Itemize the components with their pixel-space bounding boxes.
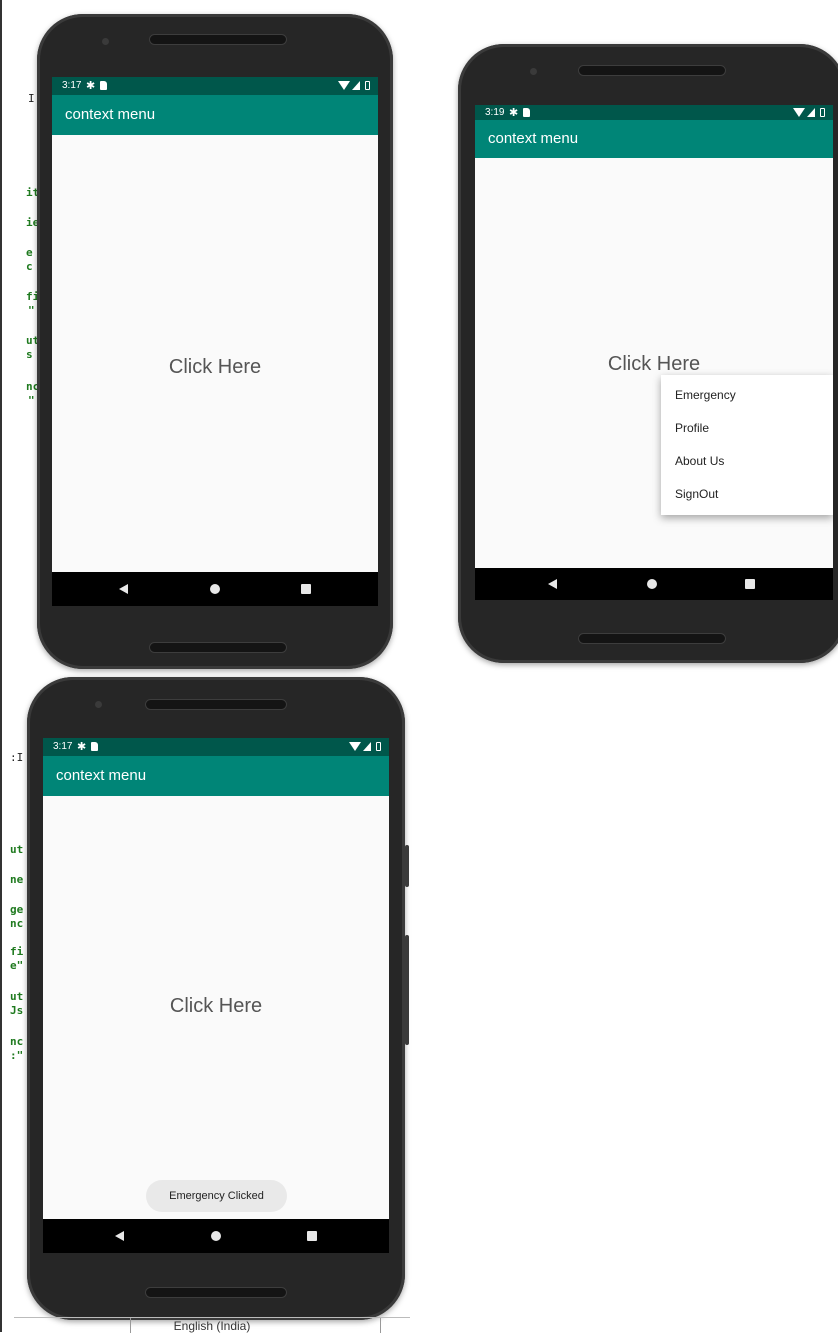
front-camera — [95, 701, 102, 708]
code-fragment: e" — [10, 959, 24, 972]
bottom-speaker — [149, 642, 287, 653]
code-fragment: s — [26, 348, 33, 361]
status-time: 3:17 — [62, 80, 82, 91]
code-fragment: ut — [10, 843, 24, 856]
toast-message: Emergency Clicked — [146, 1180, 287, 1212]
status-time: 3:17 — [53, 741, 73, 752]
code-fragment: :I — [10, 751, 24, 764]
code-fragment: " — [28, 394, 35, 407]
code-fragment: fi — [10, 945, 24, 958]
signal-icon — [363, 742, 371, 751]
code-fragment: nc — [10, 1035, 24, 1048]
phone-2: 3:19 ✱ context menu Click Here Emergency… — [458, 44, 838, 663]
sd-card-icon — [91, 742, 98, 751]
app-title: context menu — [56, 767, 147, 784]
phone-1-screen: 3:17 ✱ context menu Click Here — [52, 77, 378, 606]
nav-bar — [43, 1219, 389, 1253]
menu-item-profile[interactable]: Profile — [661, 412, 833, 445]
volume-button — [405, 935, 409, 1045]
code-fragment: ut — [10, 990, 24, 1003]
code-fragment: ge — [10, 903, 24, 916]
context-menu: Emergency Profile About Us SignOut — [661, 375, 833, 515]
battery-icon — [376, 742, 381, 751]
sd-card-icon — [523, 108, 530, 117]
top-speaker — [149, 34, 287, 45]
window-left-border — [0, 0, 2, 1332]
app-bar: context menu — [43, 756, 389, 796]
code-fragment: Js — [10, 1004, 24, 1017]
nav-bar — [52, 572, 378, 606]
home-icon[interactable] — [211, 1231, 221, 1241]
signal-icon — [807, 108, 815, 117]
recents-icon[interactable] — [745, 579, 755, 589]
nav-bar — [475, 568, 833, 600]
app-bar: context menu — [52, 95, 378, 135]
back-icon[interactable] — [119, 584, 128, 594]
menu-item-about-us[interactable]: About Us — [661, 445, 833, 478]
battery-icon — [820, 108, 825, 117]
phone-1: 3:17 ✱ context menu Click Here — [37, 14, 393, 669]
bottom-speaker — [145, 1287, 287, 1298]
phone-3: 3:17 ✱ context menu Click Here Emergency… — [27, 677, 409, 1320]
power-button — [405, 845, 409, 887]
gear-icon: ✱ — [86, 80, 96, 92]
front-camera — [102, 38, 109, 45]
wifi-icon — [793, 108, 805, 117]
app-bar: context menu — [475, 120, 833, 158]
bottom-speaker — [578, 633, 726, 644]
phone-2-screen: 3:19 ✱ context menu Click Here Emergency… — [475, 105, 833, 600]
status-bar: 3:17 ✱ — [52, 77, 378, 95]
wifi-icon — [349, 742, 361, 751]
menu-item-emergency[interactable]: Emergency — [661, 379, 833, 412]
recents-icon[interactable] — [301, 584, 311, 594]
front-camera — [530, 68, 537, 75]
click-here-text[interactable]: Click Here — [52, 356, 378, 379]
battery-icon — [365, 81, 370, 90]
home-icon[interactable] — [647, 579, 657, 589]
status-time: 3:19 — [485, 107, 505, 118]
code-fragment: e — [26, 246, 33, 259]
gear-icon: ✱ — [77, 741, 87, 753]
top-speaker — [145, 699, 287, 710]
app-title: context menu — [65, 106, 156, 123]
signal-icon — [352, 81, 360, 90]
click-here-text[interactable]: Click Here — [43, 995, 389, 1018]
code-fragment: :" — [10, 1049, 24, 1062]
gear-icon: ✱ — [509, 107, 519, 119]
app-title: context menu — [488, 130, 579, 147]
code-fragment: ne — [10, 873, 24, 886]
wifi-icon — [338, 81, 350, 90]
code-fragment: c — [26, 260, 33, 273]
recents-icon[interactable] — [307, 1231, 317, 1241]
phone-3-screen: 3:17 ✱ context menu Click Here Emergency… — [43, 738, 389, 1253]
code-fragment: I — [28, 92, 35, 105]
back-icon[interactable] — [115, 1231, 124, 1241]
status-bar: 3:17 ✱ — [43, 738, 389, 756]
code-fragment: nc — [10, 917, 24, 930]
language-indicator[interactable]: English (India) — [14, 1319, 410, 1333]
click-here-text[interactable]: Click Here — [475, 353, 833, 376]
code-fragment: " — [28, 304, 35, 317]
menu-item-signout[interactable]: SignOut — [661, 478, 833, 511]
home-icon[interactable] — [210, 584, 220, 594]
sd-card-icon — [100, 81, 107, 90]
status-bar: 3:19 ✱ — [475, 105, 833, 120]
back-icon[interactable] — [548, 579, 557, 589]
top-speaker — [578, 65, 726, 76]
ide-status-bar: English (India) — [14, 1317, 410, 1333]
